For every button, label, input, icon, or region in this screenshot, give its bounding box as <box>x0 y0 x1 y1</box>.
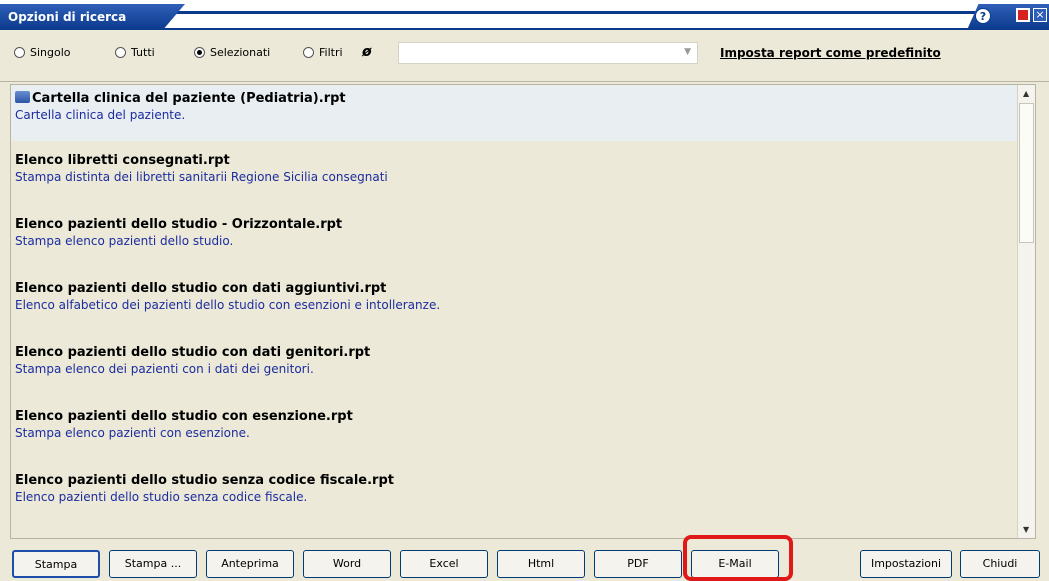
radio-tutti-label: Tutti <box>131 46 155 59</box>
printer-icon <box>15 91 30 103</box>
pdf-button[interactable]: PDF <box>594 550 682 578</box>
report-name: Elenco pazienti dello studio con esenzio… <box>15 409 353 424</box>
title-divider <box>170 11 1049 14</box>
radio-singolo-label: Singolo <box>30 46 71 59</box>
filter-icon[interactable]: ø <box>362 44 372 60</box>
anteprima-button[interactable]: Anteprima <box>206 550 294 578</box>
chevron-down-icon[interactable]: ▼ <box>684 47 691 57</box>
list-item[interactable]: Elenco pazienti dello studio con dati ag… <box>11 269 1017 333</box>
stampa-button[interactable]: Stampa <box>12 550 100 578</box>
radio-filtri[interactable]: Filtri <box>303 46 343 59</box>
report-name: Elenco pazienti dello studio - Orizzonta… <box>15 217 343 232</box>
help-icon[interactable]: ? <box>975 8 991 24</box>
vertical-scrollbar[interactable]: ▲ ▼ <box>1017 85 1035 538</box>
title-bar: Opzioni di ricerca ? × <box>0 0 1049 30</box>
scroll-up-icon[interactable]: ▲ <box>1023 89 1029 98</box>
report-desc: Cartella clinica del paziente. <box>15 108 186 122</box>
email-highlight <box>683 535 793 581</box>
report-name: Elenco pazienti dello studio con dati ag… <box>15 281 387 296</box>
radio-filtri-label: Filtri <box>319 46 343 59</box>
stampa-dots-button[interactable]: Stampa ... <box>109 550 197 578</box>
report-name: Cartella clinica del paziente (Pediatria… <box>32 91 346 106</box>
html-button[interactable]: Html <box>497 550 585 578</box>
report-desc: Stampa elenco pazienti dello studio. <box>15 234 234 248</box>
report-name: Elenco pazienti dello studio con dati ge… <box>15 345 371 360</box>
radio-tutti[interactable]: Tutti <box>115 46 155 59</box>
chiudi-button[interactable]: Chiudi <box>960 550 1040 578</box>
report-name: Elenco libretti consegnati.rpt <box>15 153 230 168</box>
list-item[interactable]: Elenco libretti consegnati.rpt Stampa di… <box>11 141 1017 205</box>
radio-selezionati[interactable]: Selezionati <box>194 46 270 59</box>
report-desc: Elenco pazienti dello studio senza codic… <box>15 490 308 504</box>
radio-selezionati-label: Selezionati <box>210 46 271 59</box>
list-item[interactable]: Elenco pazienti dello studio senza codic… <box>11 461 1017 538</box>
list-item[interactable]: Elenco pazienti dello studio - Orizzonta… <box>11 205 1017 269</box>
report-desc: Stampa elenco dei pazienti con i dati de… <box>15 362 314 376</box>
options-bar: Singolo Tutti Selezionati Filtri ø ▼ Imp… <box>0 30 1049 82</box>
list-item[interactable]: Elenco pazienti dello studio con esenzio… <box>11 397 1017 461</box>
report-desc: Elenco alfabetico dei pazienti dello stu… <box>15 298 441 312</box>
report-name: Elenco pazienti dello studio senza codic… <box>15 473 394 488</box>
button-bar: Stampa Stampa ... Anteprima Word Excel H… <box>0 541 1049 581</box>
list-item[interactable]: Elenco pazienti dello studio con dati ge… <box>11 333 1017 397</box>
radio-singolo[interactable]: Singolo <box>14 46 71 59</box>
report-desc: Stampa distinta dei libretti sanitarii R… <box>15 170 388 184</box>
set-default-report-link[interactable]: Imposta report come predefinito <box>720 46 941 60</box>
scroll-down-icon[interactable]: ▼ <box>1023 525 1029 534</box>
radio-singolo-circle[interactable] <box>14 47 25 58</box>
impostazioni-button[interactable]: Impostazioni <box>860 550 952 578</box>
excel-button[interactable]: Excel <box>400 550 488 578</box>
radio-tutti-circle[interactable] <box>115 47 126 58</box>
word-button[interactable]: Word <box>303 550 391 578</box>
close-icon[interactable]: × <box>1033 8 1047 22</box>
list-item[interactable]: Cartella clinica del paziente (Pediatria… <box>11 85 1017 141</box>
radio-selezionati-circle[interactable] <box>194 47 205 58</box>
scroll-thumb[interactable] <box>1019 103 1034 243</box>
minimize-icon[interactable] <box>1016 8 1030 22</box>
window-title: Opzioni di ricerca <box>0 4 185 30</box>
radio-filtri-circle[interactable] <box>303 47 314 58</box>
report-desc: Stampa elenco pazienti con esenzione. <box>15 426 250 440</box>
filter-combo[interactable]: ▼ <box>398 42 698 64</box>
report-list[interactable]: Cartella clinica del paziente (Pediatria… <box>10 84 1036 539</box>
